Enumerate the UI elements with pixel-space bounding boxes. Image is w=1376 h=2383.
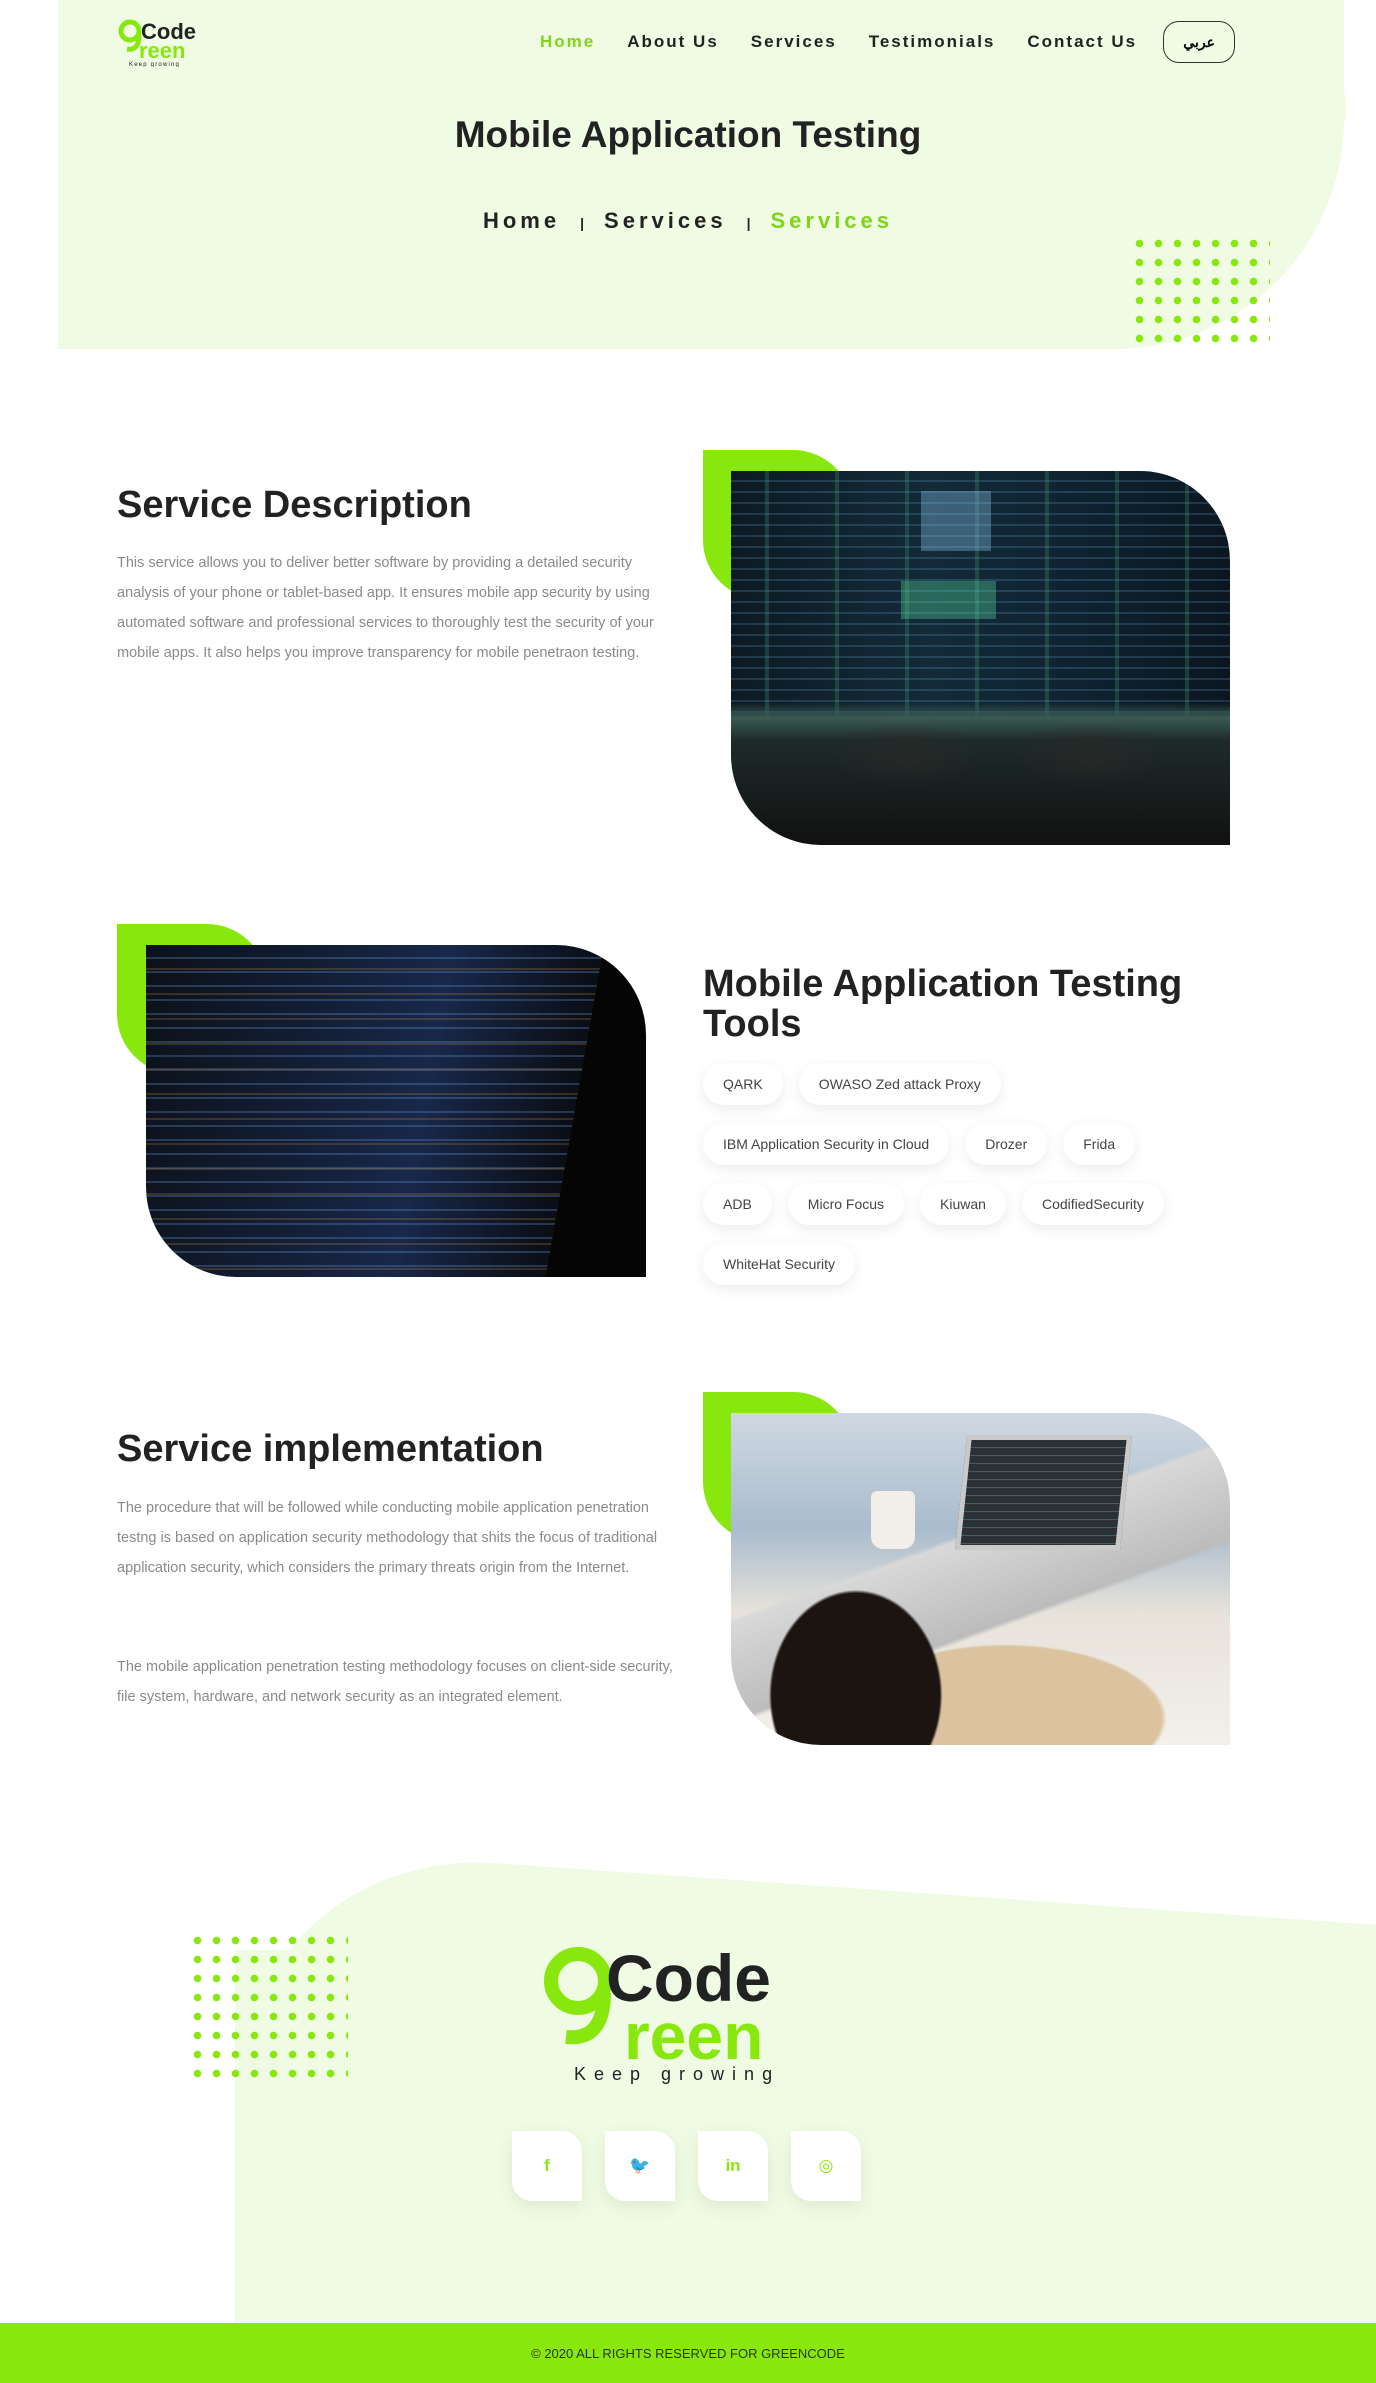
tool-pill: WhiteHat Security [703, 1243, 856, 1285]
breadcrumb-separator: | [580, 215, 585, 231]
nav-contact-us[interactable]: Contact Us [1027, 32, 1137, 52]
person-laptop-phone-image [731, 1413, 1230, 1745]
implementation-paragraph-1: The procedure that will be followed whil… [117, 1500, 658, 1576]
instagram-icon[interactable]: ◎ [791, 2131, 861, 2201]
copyright-bar: © 2020 ALL RIGHTS RESERVED FOR GREENCODE [0, 2323, 1376, 2383]
social-links: f 🐦 in ◎ [512, 2131, 884, 2201]
facebook-icon[interactable]: f [512, 2131, 582, 2201]
tool-pill: Drozer [965, 1123, 1048, 1165]
tool-pill: IBM Application Security in Cloud [703, 1123, 950, 1165]
brand-logo[interactable]: Code reen Keep growing [117, 17, 217, 67]
svg-text:Keep growing: Keep growing [574, 2064, 780, 2084]
tool-pill: CodifiedSecurity [1021, 1183, 1164, 1225]
linkedin-icon[interactable]: in [698, 2131, 768, 2201]
tool-pill: Kiuwan [920, 1183, 1006, 1225]
code-monitor-image [731, 471, 1230, 845]
description-text: This service allows you to deliver bette… [117, 555, 654, 661]
tools-list: QARK OWASO Zed attack Proxy IBM Applicat… [703, 1063, 1223, 1303]
svg-text:reen: reen [139, 38, 185, 63]
tool-pill: QARK [703, 1063, 783, 1105]
nav-about-us[interactable]: About Us [627, 32, 719, 52]
footer-logo: Code reen Keep growing [544, 1943, 780, 2084]
description-title: Service Description [117, 484, 472, 526]
page-title: Mobile Application Testing [454, 114, 922, 155]
svg-text:Keep growing: Keep growing [129, 62, 180, 67]
implementation-title: Service implementation [117, 1428, 544, 1470]
implementation-paragraph-2: The mobile application penetration testi… [117, 1659, 673, 1705]
nav-services[interactable]: Services [751, 32, 837, 52]
footer-dot-pattern [188, 1931, 348, 2085]
language-toggle-button[interactable]: عربي [1163, 21, 1236, 63]
tools-title: Mobile Application Testing Tools [703, 963, 1183, 1045]
tool-pill: Micro Focus [787, 1183, 905, 1225]
laptop-code-image [146, 945, 646, 1277]
breadcrumb-current: Services [770, 208, 894, 233]
breadcrumb-services[interactable]: Services [604, 208, 727, 233]
copyright-text: © 2020 ALL RIGHTS RESERVED FOR GREENCODE [531, 2345, 845, 2361]
breadcrumb-separator: | [746, 215, 751, 231]
breadcrumb-home[interactable]: Home [483, 208, 560, 233]
svg-text:reen: reen [624, 1999, 763, 2073]
nav-testimonials[interactable]: Testimonials [869, 32, 996, 52]
tool-pill: OWASO Zed attack Proxy [798, 1063, 1001, 1105]
tool-pill: Frida [1063, 1123, 1136, 1165]
tool-pill: ADB [703, 1183, 772, 1225]
breadcrumb: Home | Services | Services [0, 208, 1376, 234]
twitter-icon[interactable]: 🐦 [605, 2131, 675, 2201]
hero-dot-pattern [1130, 234, 1270, 352]
nav-home[interactable]: Home [540, 32, 595, 52]
main-nav: Home About Us Services Testimonials Cont… [540, 20, 1236, 64]
